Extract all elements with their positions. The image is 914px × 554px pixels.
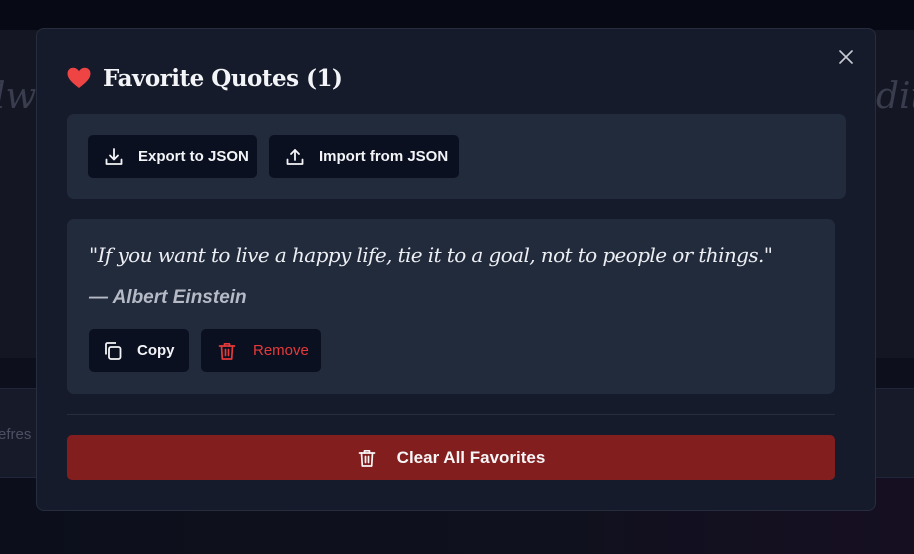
modal-header: Favorite Quotes (1) xyxy=(67,63,343,93)
upload-icon xyxy=(285,147,305,167)
quote-text: "If you want to live a happy life, tie i… xyxy=(89,243,773,267)
divider xyxy=(67,414,835,415)
actions-panel: Export to JSON Import from JSON xyxy=(67,114,846,199)
copy-label: Copy xyxy=(137,342,175,359)
background-topbar xyxy=(0,0,914,30)
clear-all-label: Clear All Favorites xyxy=(396,447,546,467)
remove-label: Remove xyxy=(253,342,309,359)
copy-icon xyxy=(103,341,123,361)
import-json-button[interactable]: Import from JSON xyxy=(269,135,459,178)
background-side-text: efres xyxy=(0,426,32,443)
import-json-label: Import from JSON xyxy=(319,148,449,165)
modal-title: Favorite Quotes (1) xyxy=(103,64,343,92)
favorite-quote-card: "If you want to live a happy life, tie i… xyxy=(67,219,835,394)
favorites-modal: Favorite Quotes (1) Export to JSON Impor xyxy=(36,28,876,511)
clear-all-favorites-button[interactable]: Clear All Favorites xyxy=(67,435,835,480)
trash-icon xyxy=(357,448,377,468)
trash-icon xyxy=(217,341,237,361)
background-ghost-text-right: dit xyxy=(876,76,914,117)
export-json-button[interactable]: Export to JSON xyxy=(88,135,257,178)
copy-quote-button[interactable]: Copy xyxy=(89,329,189,372)
remove-quote-button[interactable]: Remove xyxy=(201,329,321,372)
quote-author: — Albert Einstein xyxy=(89,287,247,308)
export-json-label: Export to JSON xyxy=(138,148,249,165)
download-icon xyxy=(104,147,124,167)
heart-icon xyxy=(67,67,91,89)
close-button[interactable] xyxy=(835,48,857,70)
close-icon xyxy=(839,49,853,69)
